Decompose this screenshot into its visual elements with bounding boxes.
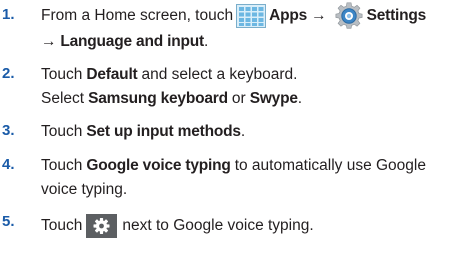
step-line: Touch Default and select a keyboard.: [41, 65, 470, 85]
step-text: Touch: [41, 157, 83, 174]
apps-grid-icon: [236, 4, 267, 28]
step-text: Touch: [41, 66, 83, 83]
step-text: Touch: [41, 123, 83, 140]
step-body: Touch Default and select a keyboard. Sel…: [41, 65, 470, 109]
step-line: From a Home screen, touch Apps → Setting…: [41, 2, 470, 29]
step-line: Select Samsung keyboard or Swype .: [41, 89, 470, 109]
settings-label: Settings: [366, 7, 427, 24]
step-line: Touch Set up input methods .: [41, 122, 470, 142]
step-number: 1.: [2, 6, 15, 23]
step-body: Touch Set up input methods .: [41, 122, 470, 142]
step-body: Touch next to Google voice typing.: [41, 213, 470, 239]
settings-gear-icon: [334, 2, 364, 30]
step-body: Touch Google voice typing to automatical…: [41, 156, 470, 200]
step-text: Touch: [41, 217, 83, 234]
apps-label: Apps: [269, 7, 308, 24]
step-text: or: [231, 90, 246, 107]
step-line: Touch Google voice typing to automatical…: [41, 156, 470, 176]
default-label: Default: [86, 66, 138, 83]
arrow-icon: →: [41, 33, 57, 50]
step-line: voice typing.: [41, 180, 470, 200]
setup-input-methods-label: Set up input methods: [86, 123, 241, 140]
gear-button-icon: [86, 214, 118, 238]
step-text: next to Google voice typing.: [122, 217, 314, 234]
step-line: → Language and input .: [41, 32, 470, 52]
step-text: Select: [41, 90, 85, 107]
step-body: From a Home screen, touch Apps → Setting…: [41, 2, 470, 52]
step-number: 2.: [2, 65, 15, 82]
step-text: to automatically use Google: [234, 157, 426, 174]
step-number: 5.: [2, 213, 15, 230]
arrow-icon: →: [311, 7, 327, 24]
step-text: From a Home screen, touch: [41, 7, 234, 24]
language-input-label: Language and input: [60, 33, 204, 50]
step-line: Touch next to Google voice typing.: [41, 213, 470, 239]
step-text: .: [203, 33, 209, 50]
step-text: .: [240, 123, 246, 140]
google-voice-typing-label: Google voice typing: [86, 157, 231, 174]
swype-label: Swype: [249, 90, 298, 107]
step-text: and select a keyboard.: [141, 66, 298, 83]
samsung-keyboard-label: Samsung keyboard: [88, 90, 228, 107]
step-text: .: [297, 90, 303, 107]
step-text: voice typing.: [41, 181, 128, 198]
step-number: 4.: [2, 156, 15, 173]
step-number: 3.: [2, 122, 15, 139]
